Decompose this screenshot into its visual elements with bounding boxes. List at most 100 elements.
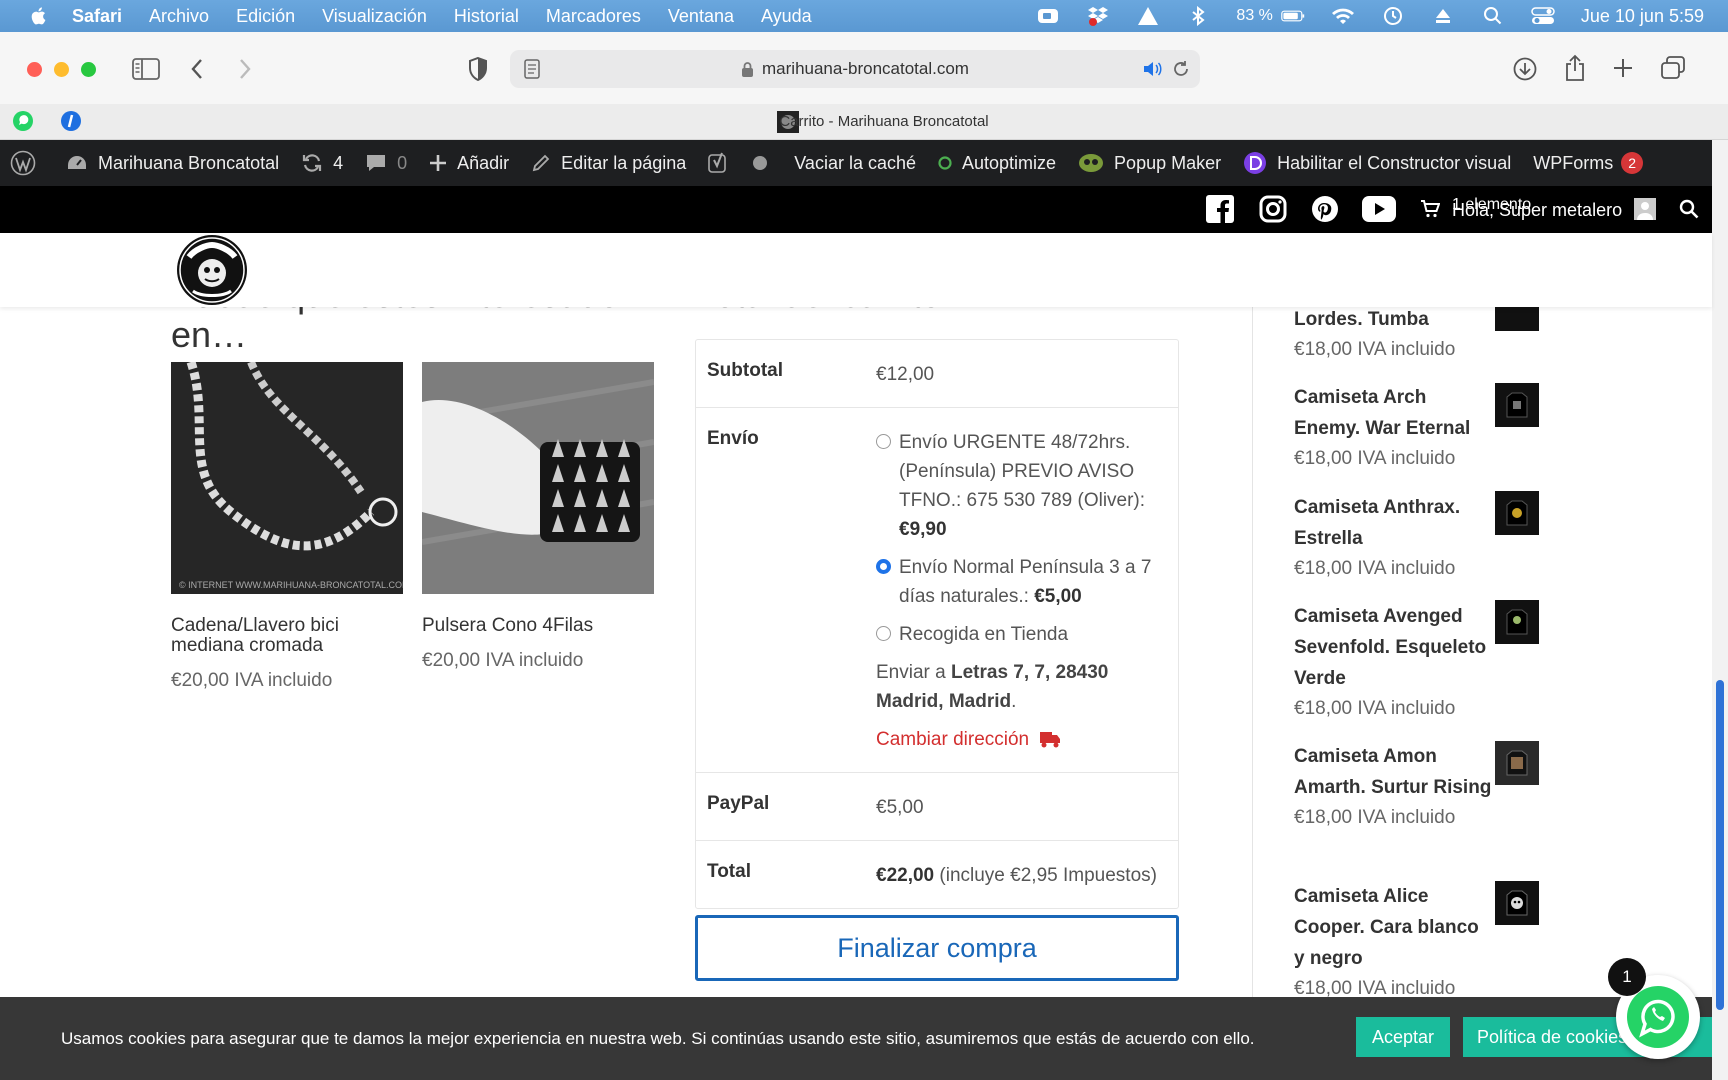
sidebar-product-price: €18,00 IVA incluido [1294,448,1456,469]
admin-popup-maker-link[interactable]: Popup Maker [1078,152,1221,174]
downloads-icon[interactable] [1513,57,1537,86]
cart-icon[interactable] [1420,200,1441,223]
audio-playing-icon[interactable] [1142,60,1162,83]
sidebar-product[interactable]: Camiseta Alice Cooper. Cara blanco y neg… [1294,881,1494,997]
user-avatar[interactable] [1634,198,1656,220]
admin-comments-link[interactable]: 0 [365,153,407,174]
admin-clear-cache-link[interactable]: Vaciar la caché [794,153,916,174]
menubar-clock[interactable]: Jue 10 jun 5:59 [1581,6,1704,27]
bluetooth-icon[interactable] [1186,6,1210,26]
menu-ayuda[interactable]: Ayuda [761,6,812,27]
address-bar[interactable]: marihuana-broncatotal.com [510,50,1200,88]
sidebar-product[interactable]: Camiseta Arch Enemy. War Eternal €18,00 … [1294,382,1494,474]
pinterest-icon[interactable] [1311,195,1339,228]
user-greeting[interactable]: Hola, Super metalero [1452,200,1622,221]
spotlight-search-icon[interactable] [1481,6,1505,26]
shipping-radio-normal[interactable] [876,559,891,574]
dropbox-icon[interactable] [1086,6,1110,26]
instagram-icon[interactable] [1259,195,1287,228]
minimize-window-button[interactable] [54,62,69,77]
tab-bar: Carrito - Marihuana Broncatotal [0,104,1728,140]
page-scrollbar-thumb[interactable] [1716,680,1724,1010]
product-name[interactable]: Pulsera Cono 4Filas [422,616,654,636]
sidebar-product[interactable]: Camiseta Amon Amarth. Surtur Rising €18,… [1294,741,1494,833]
reader-view-icon[interactable] [524,59,540,84]
warning-icon[interactable] [1136,6,1160,26]
admin-add-new-link[interactable]: Añadir [429,153,509,174]
sidebar-product-name[interactable]: Camiseta Avenged Sevenfold. Esqueleto Ve… [1294,601,1494,694]
zoom-window-button[interactable] [81,62,96,77]
admin-visual-builder-link[interactable]: Habilitar el Constructor visual [1243,151,1511,175]
active-tab-title[interactable]: Carrito - Marihuana Broncatotal [0,113,1728,130]
checkout-button[interactable]: Finalizar compra [695,915,1179,981]
time-machine-icon[interactable] [1381,6,1405,26]
sidebar-product-name[interactable]: Camiseta Amon Amarth. Surtur Rising [1294,741,1494,803]
admin-edit-page-link[interactable]: Editar la página [531,153,686,174]
facebook-icon[interactable] [1206,195,1234,228]
search-icon[interactable] [1679,199,1699,224]
video-icon[interactable] [1036,6,1060,26]
yoast-seo-icon[interactable] [708,152,738,174]
wifi-icon[interactable] [1331,6,1355,26]
product-image-chain[interactable]: © INTERNET WWW.MARIHUANA-BRONCATOTAL.COM [171,362,403,594]
sidebar-product-name[interactable]: Lordes. Tumba [1294,307,1539,335]
shipping-option-urgent[interactable]: Envío URGENTE 48/72hrs. (Península) PREV… [876,428,1170,544]
wordpress-logo-icon[interactable] [10,150,46,176]
new-tab-icon[interactable] [1612,57,1634,84]
reload-icon[interactable] [1172,60,1190,83]
sidebar-product-thumb[interactable] [1495,741,1539,785]
sidebar-product-thumb[interactable] [1495,600,1539,644]
menu-archivo[interactable]: Archivo [149,6,209,27]
apple-icon[interactable] [28,5,50,27]
menu-edicion[interactable]: Edición [236,6,295,27]
menu-visualizacion[interactable]: Visualización [322,6,427,27]
control-center-icon[interactable] [1531,6,1555,26]
eject-icon[interactable] [1431,6,1455,26]
back-arrow-icon[interactable] [190,57,204,86]
shipping-option-label: Envío URGENTE 48/72hrs. (Península) PREV… [899,432,1146,540]
site-logo[interactable] [175,233,249,312]
share-icon[interactable] [1564,54,1586,87]
admin-autoptimize-link[interactable]: Autoptimize [938,153,1056,174]
sidebar-product-thumb[interactable] [1495,491,1539,535]
sidebar-product-name[interactable]: Camiseta Alice Cooper. Cara blanco y neg… [1294,881,1494,974]
seo-status-dot-icon[interactable] [752,155,778,171]
privacy-shield-icon[interactable] [468,56,488,86]
close-window-button[interactable] [27,62,42,77]
menu-marcadores[interactable]: Marcadores [546,6,641,27]
shipping-option-normal[interactable]: Envío Normal Península 3 a 7 días natura… [876,553,1170,611]
admin-site-name: Marihuana Broncatotal [98,152,280,173]
product-image-bracelet[interactable] [422,362,654,594]
shipping-option-pickup[interactable]: Recogida en Tienda [876,620,1170,649]
menu-app-safari[interactable]: Safari [72,6,122,27]
menu-historial[interactable]: Historial [454,6,519,27]
shipping-radio-pickup[interactable] [876,626,891,641]
sidebar-product-name[interactable]: Camiseta Arch Enemy. War Eternal [1294,382,1494,444]
sidebar-product[interactable]: Camiseta Avenged Sevenfold. Esqueleto Ve… [1294,601,1494,724]
youtube-icon[interactable] [1362,196,1396,227]
shipping-radio-urgent[interactable] [876,434,891,449]
sidebar-product-thumb[interactable] [1495,383,1539,427]
sidebar-divider [1252,307,1253,997]
product-name[interactable]: Cadena/Llavero bici mediana cromada [171,616,403,656]
sidebar-product-name[interactable]: Camiseta Anthrax. Estrella [1294,492,1494,554]
admin-updates-link[interactable]: 4 [301,153,343,174]
admin-wpforms-link[interactable]: WPForms 2 [1533,152,1644,174]
menu-ventana[interactable]: Ventana [668,6,734,27]
sidebar-product[interactable]: Lordes. Tumba €18,00 IVA incluido [1294,307,1539,365]
forward-arrow-icon[interactable] [238,57,252,86]
sidebar-product[interactable]: Camiseta Anthrax. Estrella €18,00 IVA in… [1294,492,1494,584]
sidebar-product-thumb[interactable] [1495,881,1539,925]
crosssell-product-chain[interactable]: © INTERNET WWW.MARIHUANA-BRONCATOTAL.COM… [171,362,403,692]
battery-percent: 83 % [1236,7,1273,24]
change-address-link[interactable]: Cambiar dirección [876,725,1170,754]
product-price: €20,00 IVA incluido [422,650,584,671]
sidebar-toggle-icon[interactable] [132,58,160,85]
tab-overview-icon[interactable] [1660,56,1686,85]
crosssell-product-bracelet[interactable]: Pulsera Cono 4Filas €20,00 IVA incluido [422,362,654,672]
cookie-accept-button[interactable]: Aceptar [1356,1017,1450,1057]
admin-comments-count: 0 [397,152,408,173]
admin-site-link[interactable]: Marihuana Broncatotal [66,153,279,174]
url-text[interactable]: marihuana-broncatotal.com [762,59,969,79]
battery-icon[interactable] [1281,6,1305,26]
